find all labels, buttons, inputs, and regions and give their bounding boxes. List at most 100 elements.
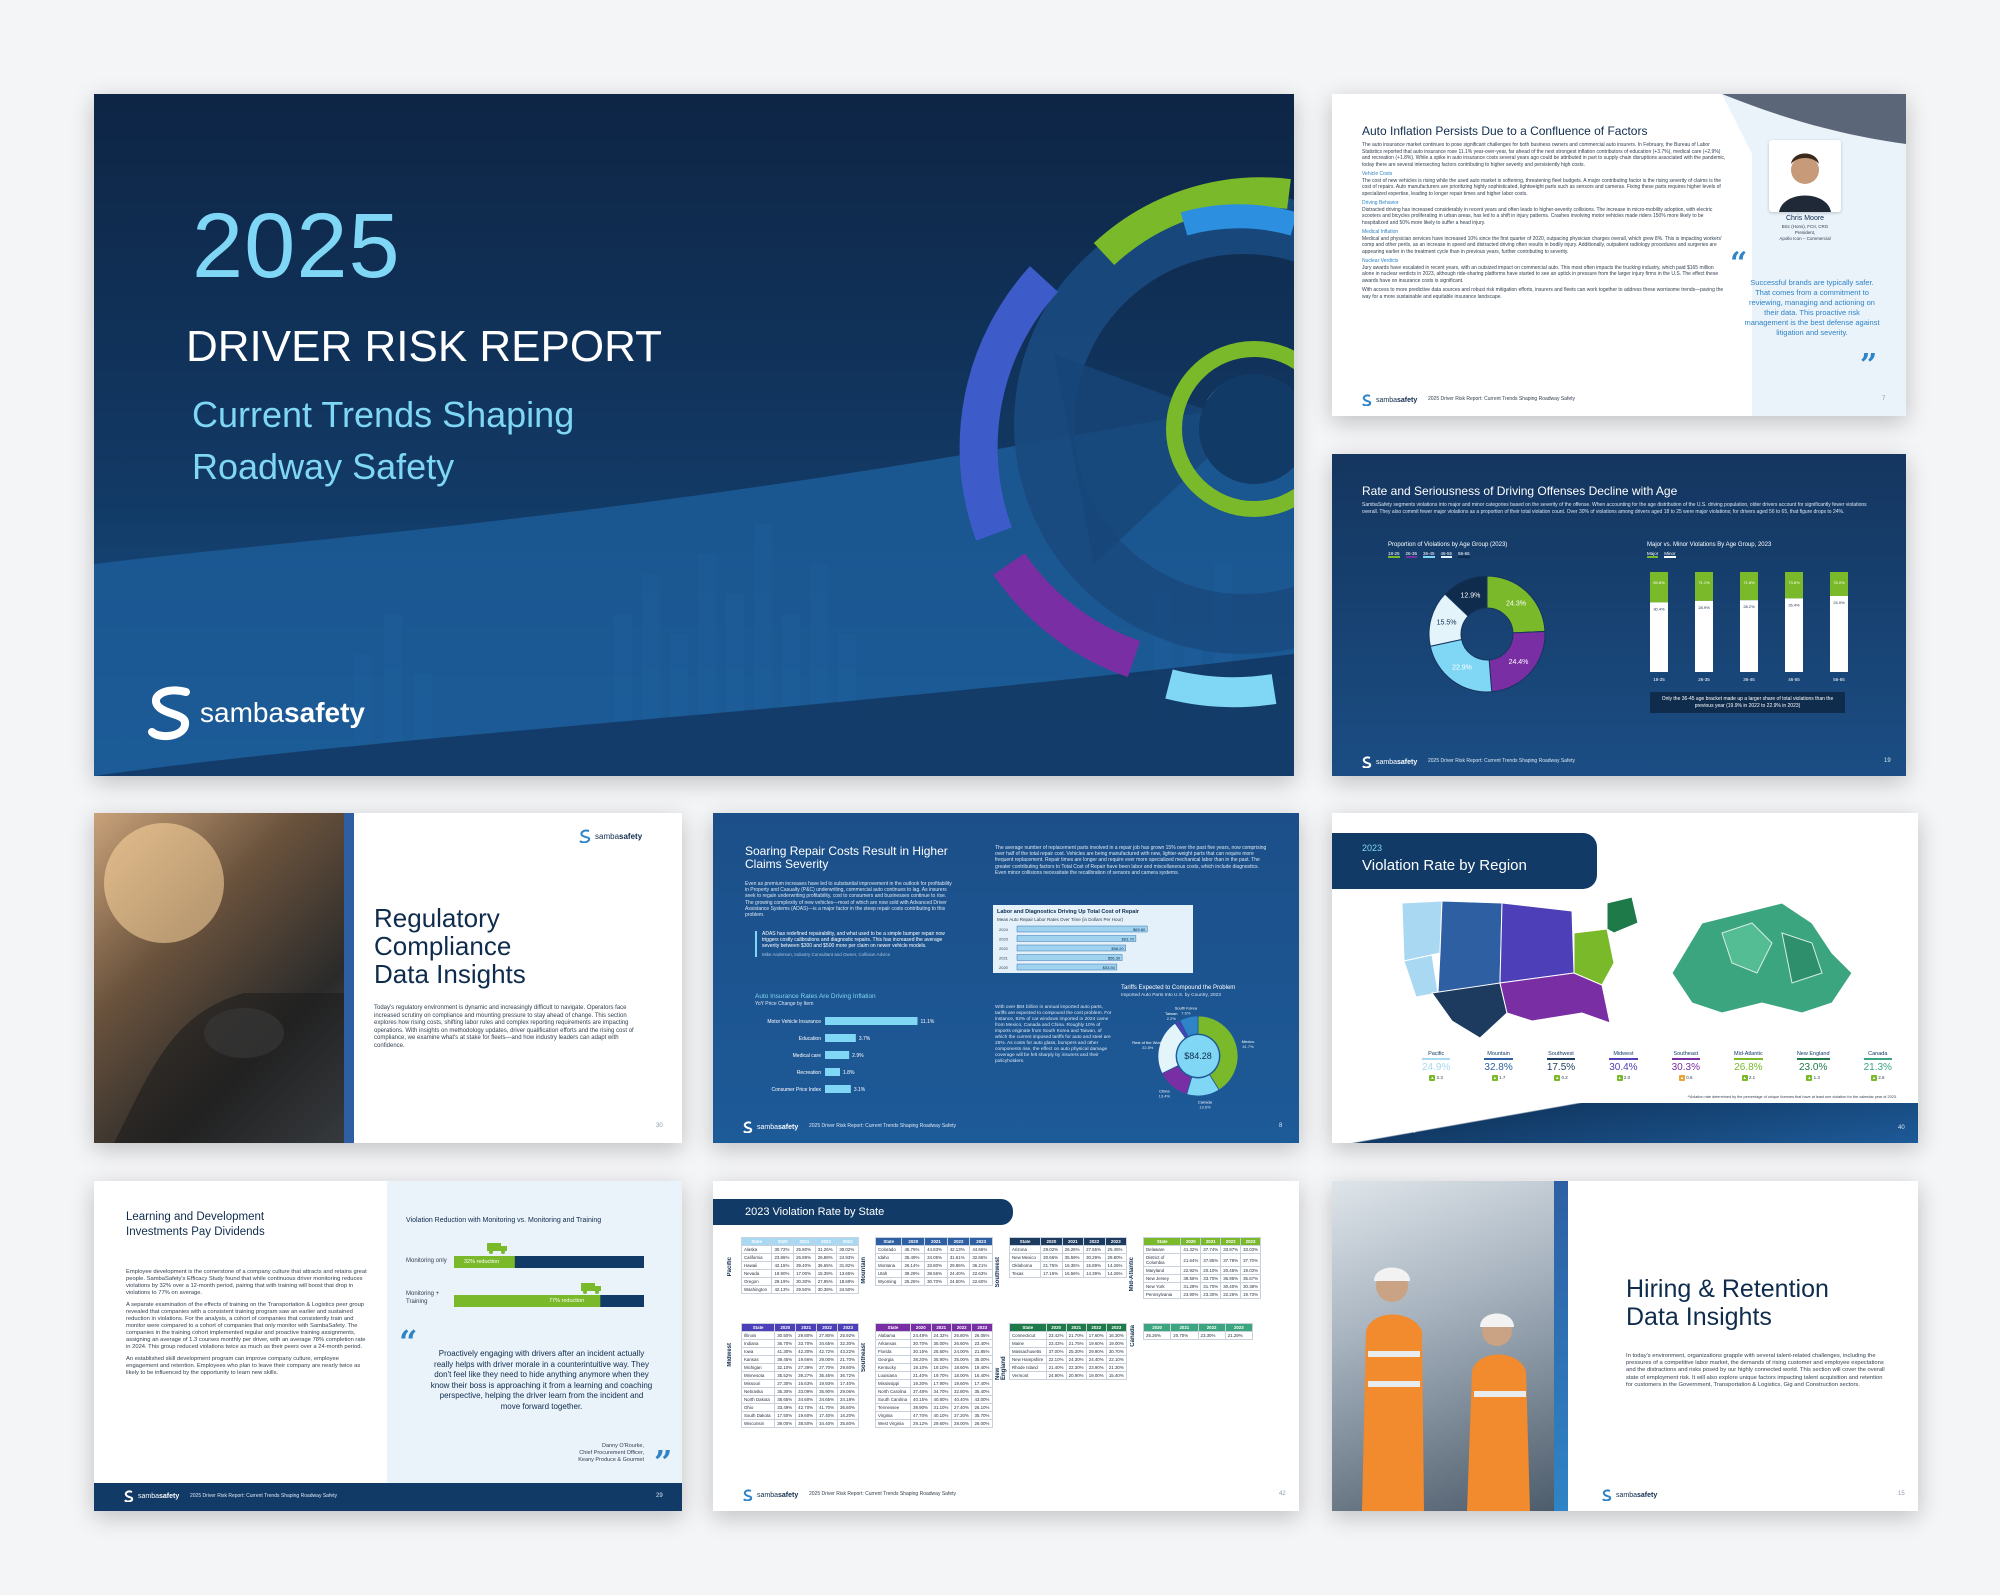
table-cell: 30.15% xyxy=(910,1347,932,1356)
table-cell: 31.61% xyxy=(946,1253,971,1262)
state-table: State 2020 2021 2022 2023 Alabama 24.48% 24.32%… xyxy=(874,1323,993,1428)
table-cell: 20.70% xyxy=(1170,1331,1199,1340)
age-callout: Only the 36-45 age bracket made up a lar… xyxy=(1650,692,1845,713)
table-cell: Louisiana xyxy=(874,1371,912,1380)
table-cell: 16.56% xyxy=(1061,1269,1085,1278)
bar-minor-label: 24.0% xyxy=(1833,600,1845,605)
table-cell: 35.70% xyxy=(971,1411,993,1420)
table-header-cell: 2021 xyxy=(930,1323,953,1332)
table-cell: Massachusetts xyxy=(1009,1347,1047,1356)
inflation-category-label: Education xyxy=(799,1036,821,1042)
hiring-page[interactable]: Hiring & Retention Data Insights In toda… xyxy=(1332,1181,1918,1511)
table-row: Hawaii 42.15% 39.40% 36.65% 31.82% xyxy=(740,1261,859,1270)
table-cell: 38.20% xyxy=(910,1355,932,1364)
table-cell: 37.85% xyxy=(1200,1253,1222,1267)
table-cell: 19.30% xyxy=(910,1379,932,1388)
table-cell: 17.40% xyxy=(816,1411,839,1420)
learning-quote-role: Chief Procurement Officer, xyxy=(579,1450,644,1456)
truck-driver-photo xyxy=(94,813,344,1143)
table-cell: Utah xyxy=(874,1269,903,1278)
table-cell: 38.56% xyxy=(924,1269,948,1278)
table-cell: 26.80% xyxy=(950,1331,973,1340)
table-cell: 47.70% xyxy=(910,1411,932,1420)
table-cell: 35.40% xyxy=(971,1387,993,1396)
age-page[interactable]: Rate and Seriousness of Driving Offenses… xyxy=(1332,454,1906,776)
inflation-intro: The auto insurance market continues to p… xyxy=(1362,142,1726,168)
donut-label: 24.3% xyxy=(1506,601,1526,608)
table-cell: 36.60% xyxy=(837,1403,859,1412)
table-row: Nevada 19.90% 17.00% 15.39% 13.65% xyxy=(740,1269,859,1278)
state-table-midwest: Midwest State 2020 2021 2022 2023 Illinois 30.5… xyxy=(727,1323,859,1428)
regulatory-page[interactable]: sambasafety Regulatory Compliance Data I… xyxy=(94,813,682,1143)
table-cell: 17.40% xyxy=(971,1379,993,1388)
table-cell: 37.00% xyxy=(1045,1347,1067,1356)
table-row: Ohio 33.49% 42.70% 41.70% 36.60% xyxy=(740,1403,859,1412)
person-company: Apollo Icon – Commercial xyxy=(1779,236,1831,241)
table-row: Iowa 41.30% 42.30% 42.72% 43.22% xyxy=(740,1347,859,1356)
table-cell: 23.42% xyxy=(1045,1331,1067,1340)
table-cell: 23.30% xyxy=(1197,1331,1226,1340)
table-cell: Tennessee xyxy=(874,1403,912,1412)
table-cell: Ohio xyxy=(740,1403,776,1412)
table-cell: 16.20% xyxy=(837,1411,859,1420)
table-header-cell: 2023 xyxy=(1105,1323,1128,1332)
arrow-up-icon: ▲ xyxy=(1429,1075,1436,1081)
table-row: Illinois 30.50% 29.80% 27.80% 25.92% xyxy=(740,1331,859,1340)
bar-minor-label: 28.9% xyxy=(1698,605,1710,610)
table-header-cell: State xyxy=(1009,1323,1047,1332)
table-cell: 19.03% xyxy=(1240,1266,1261,1275)
region-stat: Southwest 17.5% ▲ 0.2 xyxy=(1546,1051,1576,1081)
table-cell: 34.70% xyxy=(930,1387,953,1396)
table-row: Delaware 41.32% 37.74% 33.97% 33.03% xyxy=(1142,1245,1261,1254)
bar-minor xyxy=(1650,602,1668,672)
table-cell: 30.66% xyxy=(1040,1253,1063,1262)
table-cell: Hawaii xyxy=(740,1261,773,1270)
table-cell: 16.30% xyxy=(1105,1331,1128,1340)
learning-title-line-1: Learning and Development xyxy=(126,1211,265,1223)
learning-page-number: 29 xyxy=(656,1493,663,1499)
table-row: Florida 30.15% 25.60% 24.00% 21.85% xyxy=(874,1347,993,1356)
table-cell: Georgia xyxy=(874,1355,912,1364)
table-header-cell: 2022 xyxy=(946,1237,971,1246)
table-cell: 38.65% xyxy=(774,1395,797,1404)
table-header-cell: 2023 xyxy=(837,1323,859,1332)
arrow-up-icon: ▲ xyxy=(1554,1075,1561,1081)
table-cell: 27.65% xyxy=(1083,1245,1106,1254)
table-cell: 29.02% xyxy=(1040,1245,1063,1254)
repair-page[interactable]: Soaring Repair Costs Result in Higher Cl… xyxy=(713,813,1299,1143)
region-stat: New England 23.0% ▲ 1.3 xyxy=(1796,1051,1830,1081)
table-header-cell: 2021 xyxy=(1170,1323,1199,1332)
cover-page[interactable]: 2025 DRIVER RISK REPORT Current Trends S… xyxy=(94,94,1294,776)
learning-page[interactable]: Learning and Development Investments Pay… xyxy=(94,1181,682,1511)
table-cell: 21.75% xyxy=(1065,1339,1087,1348)
arrow-up-icon: ▲ xyxy=(1679,1075,1686,1081)
table-cell: 21.85% xyxy=(971,1347,993,1356)
state-page[interactable]: 2023 Violation Rate by State Pacific Stat… xyxy=(713,1181,1299,1511)
table-cell: 18.60% xyxy=(950,1363,973,1372)
table-row: Tennessee 39.90% 31.10% 27.40% 26.10% xyxy=(874,1403,993,1412)
region-footer-band xyxy=(1332,1103,1918,1143)
table-row: Virginia 47.70% 40.10% 37.20% 35.70% xyxy=(874,1411,993,1420)
table-cell: 22.92% xyxy=(1180,1266,1202,1275)
repair-body: Even as premium increases have led to su… xyxy=(745,881,952,919)
table-cell: 42.72% xyxy=(816,1347,839,1356)
table-cell: Texas xyxy=(1008,1269,1042,1278)
region-value: 26.8% xyxy=(1734,1062,1763,1073)
age-stacked-bar-chart: 69.6% 30.4% 18-25 71.1% 28.9% 26-35 71.8% 28.2%… xyxy=(1650,572,1848,682)
table-cell: 35.59% xyxy=(1061,1253,1085,1262)
table-cell: Alabama xyxy=(874,1331,912,1340)
age-intro: SambaSafety segments violations into maj… xyxy=(1362,502,1867,515)
legend-item: 36-45 xyxy=(1423,551,1435,558)
table-header-cell: State xyxy=(874,1237,903,1246)
table-cell: 43.00% xyxy=(971,1395,993,1404)
table-cell: 30.30% xyxy=(793,1277,816,1286)
table-row: Georgia 38.20% 35.90% 35.00% 35.00% xyxy=(874,1355,993,1364)
region-name: Midwest xyxy=(1609,1051,1638,1060)
bar-major xyxy=(1695,572,1713,601)
table-cell: Mississippi xyxy=(874,1379,912,1388)
inflation-page[interactable]: Auto Inflation Persists Due to a Conflue… xyxy=(1332,94,1906,416)
donut-label: 15.5% xyxy=(1437,620,1457,627)
inflation-paragraph-4: Jury awards have escalated in recent yea… xyxy=(1362,264,1719,284)
region-page[interactable]: 2023 Violation Rate by Region Pacific 24… xyxy=(1332,813,1918,1143)
region-name: Canada xyxy=(1863,1051,1892,1060)
